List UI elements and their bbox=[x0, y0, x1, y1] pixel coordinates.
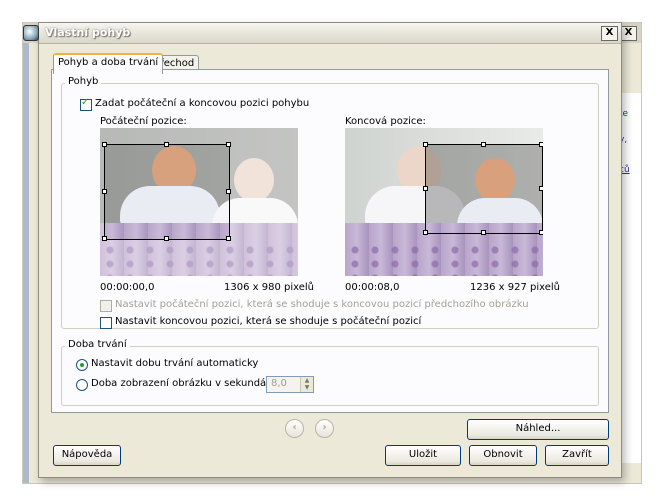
crop-handle[interactable] bbox=[164, 142, 169, 147]
enable-motion-checkbox[interactable] bbox=[80, 97, 92, 111]
dialog-close-button[interactable]: X bbox=[601, 26, 618, 41]
stepper-arrows[interactable]: ▲ ▼ bbox=[300, 377, 313, 392]
start-position-preview[interactable] bbox=[100, 128, 298, 276]
crop-handle[interactable] bbox=[102, 236, 107, 241]
chevron-left-icon[interactable]: ‹ bbox=[285, 419, 304, 438]
motion-group-label: Pohyb bbox=[65, 76, 102, 87]
crop-handle[interactable] bbox=[102, 142, 107, 147]
tab-motion-duration[interactable]: Pohyb a doba trvání bbox=[53, 53, 164, 74]
background-close-button[interactable]: X bbox=[620, 26, 637, 41]
crop-handle[interactable] bbox=[164, 236, 169, 241]
match-start-checkbox[interactable] bbox=[100, 317, 112, 329]
end-crop-rectangle[interactable] bbox=[425, 144, 543, 234]
duration-group bbox=[61, 346, 599, 406]
duration-group-label: Doba trvání bbox=[65, 339, 130, 350]
crop-handle[interactable] bbox=[226, 142, 231, 147]
start-time: 00:00:00,0 bbox=[100, 282, 155, 293]
crop-handle[interactable] bbox=[423, 186, 428, 191]
end-size: 1236 x 927 pixelů bbox=[470, 282, 560, 293]
crop-handle[interactable] bbox=[481, 230, 486, 235]
tab-panel: Pohyb Zadat počáteční a koncovou pozici … bbox=[51, 69, 609, 413]
crop-handle[interactable] bbox=[226, 189, 231, 194]
start-crop-rectangle[interactable] bbox=[104, 144, 230, 240]
seconds-value: 8,0 bbox=[271, 378, 287, 389]
baby-face-right bbox=[234, 158, 274, 202]
start-position-label: Počáteční pozice: bbox=[100, 116, 187, 127]
background-side-bar bbox=[23, 43, 29, 483]
crop-handle[interactable] bbox=[481, 142, 486, 147]
save-button[interactable]: Uložit bbox=[385, 445, 461, 466]
crop-handle[interactable] bbox=[423, 142, 428, 147]
match-start-label: Nastavit koncovou pozici, která se shodu… bbox=[115, 316, 422, 327]
help-button[interactable]: Nápověda bbox=[53, 445, 121, 466]
end-position-label: Koncová pozice: bbox=[345, 116, 426, 127]
crop-handle[interactable] bbox=[539, 142, 543, 147]
seconds-stepper[interactable]: 8,0 ▲ ▼ bbox=[266, 376, 314, 393]
crop-handle[interactable] bbox=[423, 230, 428, 235]
chevron-right-icon[interactable]: › bbox=[315, 419, 334, 438]
dialog-title: Vlastní pohyb bbox=[45, 26, 131, 39]
crop-handle[interactable] bbox=[539, 230, 543, 235]
end-time: 00:00:08,0 bbox=[345, 282, 400, 293]
dialog-titlebar[interactable]: Vlastní pohyb X bbox=[23, 23, 621, 44]
restore-button[interactable]: Obnovit bbox=[469, 445, 537, 466]
auto-duration-label: Nastavit dobu trvání automaticky bbox=[91, 358, 259, 369]
close-dialog-button[interactable]: Zavřít bbox=[545, 445, 609, 466]
crop-handle[interactable] bbox=[226, 236, 231, 241]
seconds-duration-radio[interactable] bbox=[76, 379, 88, 391]
crop-handle[interactable] bbox=[102, 189, 107, 194]
start-size: 1306 x 980 pixelů bbox=[224, 282, 314, 293]
crop-handle[interactable] bbox=[539, 186, 543, 191]
seconds-duration-label: Doba zobrazení obrázku v sekundách bbox=[91, 378, 279, 389]
end-position-preview[interactable] bbox=[345, 128, 543, 276]
match-previous-checkbox[interactable] bbox=[100, 300, 112, 312]
match-previous-label: Nastavit počáteční pozici, která se shod… bbox=[115, 299, 529, 310]
preview-button[interactable]: Náhled... bbox=[467, 419, 609, 440]
custom-motion-dialog: Vlastní pohyb X Pohyb a doba trvání Přec… bbox=[23, 22, 622, 478]
auto-duration-radio[interactable] bbox=[76, 359, 88, 371]
app-icon bbox=[23, 25, 39, 41]
enable-motion-label: Zadat počáteční a koncovou pozici pohybu bbox=[95, 98, 310, 109]
